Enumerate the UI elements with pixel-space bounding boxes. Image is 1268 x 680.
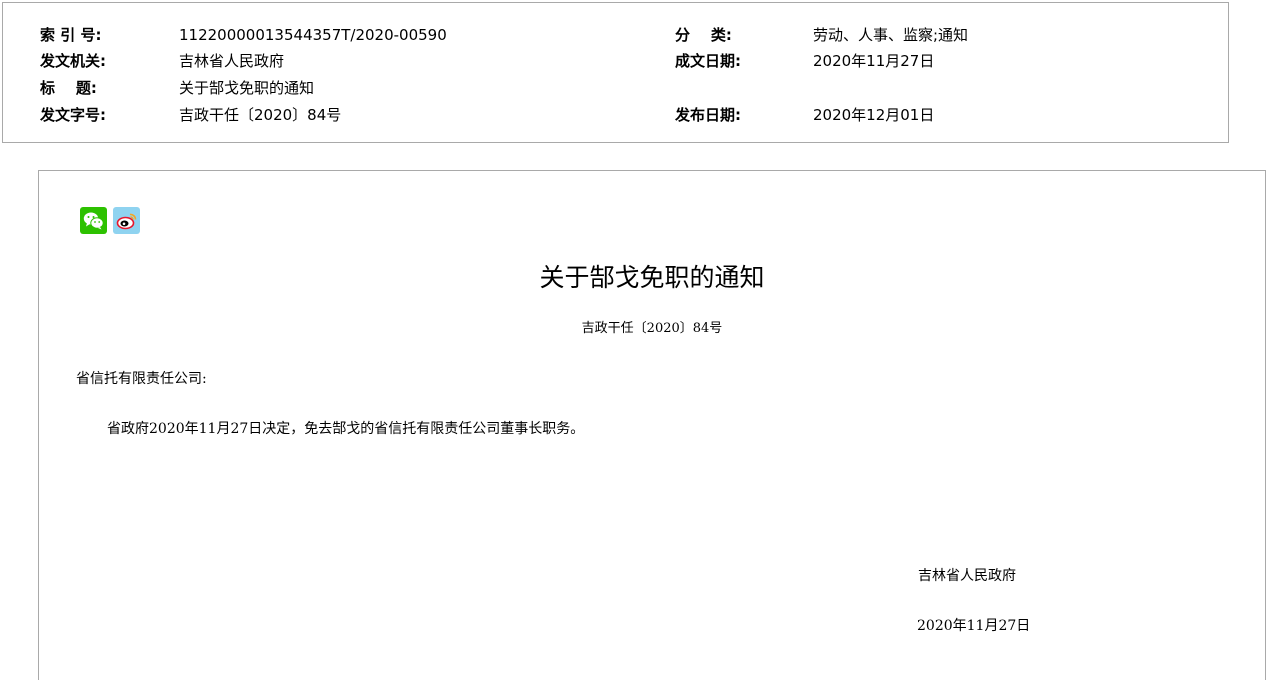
- document-content-panel: 关于郜戈免职的通知 吉政干任〔2020〕84号 省信托有限责任公司: 省政府20…: [38, 170, 1266, 680]
- document-date: 2020年11月27日: [917, 618, 1031, 634]
- title-value: 关于郜戈免职的通知: [179, 79, 315, 97]
- created-date-label: 成文日期:: [675, 52, 741, 70]
- created-date-value: 2020年11月27日: [813, 52, 935, 70]
- document-title: 关于郜戈免职的通知: [539, 263, 765, 292]
- title-label: 标 题:: [40, 79, 97, 97]
- document-signature: 吉林省人民政府: [918, 568, 1016, 584]
- category-value: 劳动、人事、监察;通知: [813, 26, 969, 44]
- metadata-row-title: 标 题: 关于郜戈免职的通知: [3, 75, 1228, 101]
- metadata-row-doc-number: 发文字号: 吉政干任〔2020〕84号 发布日期: 2020年12月01日: [3, 102, 1228, 128]
- document-number: 吉政干任〔2020〕84号: [581, 321, 723, 336]
- document-body-paragraph: 省政府2020年11月27日决定，免去郜戈的省信托有限责任公司董事长职务。: [107, 421, 585, 437]
- metadata-row-index: 索 引 号: 11220000013544357T/2020-00590 分 类…: [3, 22, 1228, 48]
- document-metadata-panel: 索 引 号: 11220000013544357T/2020-00590 分 类…: [2, 2, 1229, 143]
- index-number-value: 11220000013544357T/2020-00590: [179, 26, 447, 44]
- doc-number-value: 吉政干任〔2020〕84号: [179, 106, 342, 124]
- doc-number-label: 发文字号:: [40, 106, 106, 124]
- publish-date-label: 发布日期:: [675, 106, 741, 124]
- publish-date-value: 2020年12月01日: [813, 106, 935, 124]
- issuer-value: 吉林省人民政府: [179, 52, 285, 70]
- document-recipient: 省信托有限责任公司:: [76, 371, 207, 387]
- issuer-label: 发文机关:: [40, 52, 106, 70]
- metadata-row-issuer: 发文机关: 吉林省人民政府 成文日期: 2020年11月27日: [3, 48, 1228, 74]
- wechat-icon[interactable]: [80, 207, 107, 234]
- weibo-icon[interactable]: [113, 207, 140, 234]
- index-number-label: 索 引 号:: [40, 26, 102, 44]
- category-label: 分 类:: [675, 26, 732, 44]
